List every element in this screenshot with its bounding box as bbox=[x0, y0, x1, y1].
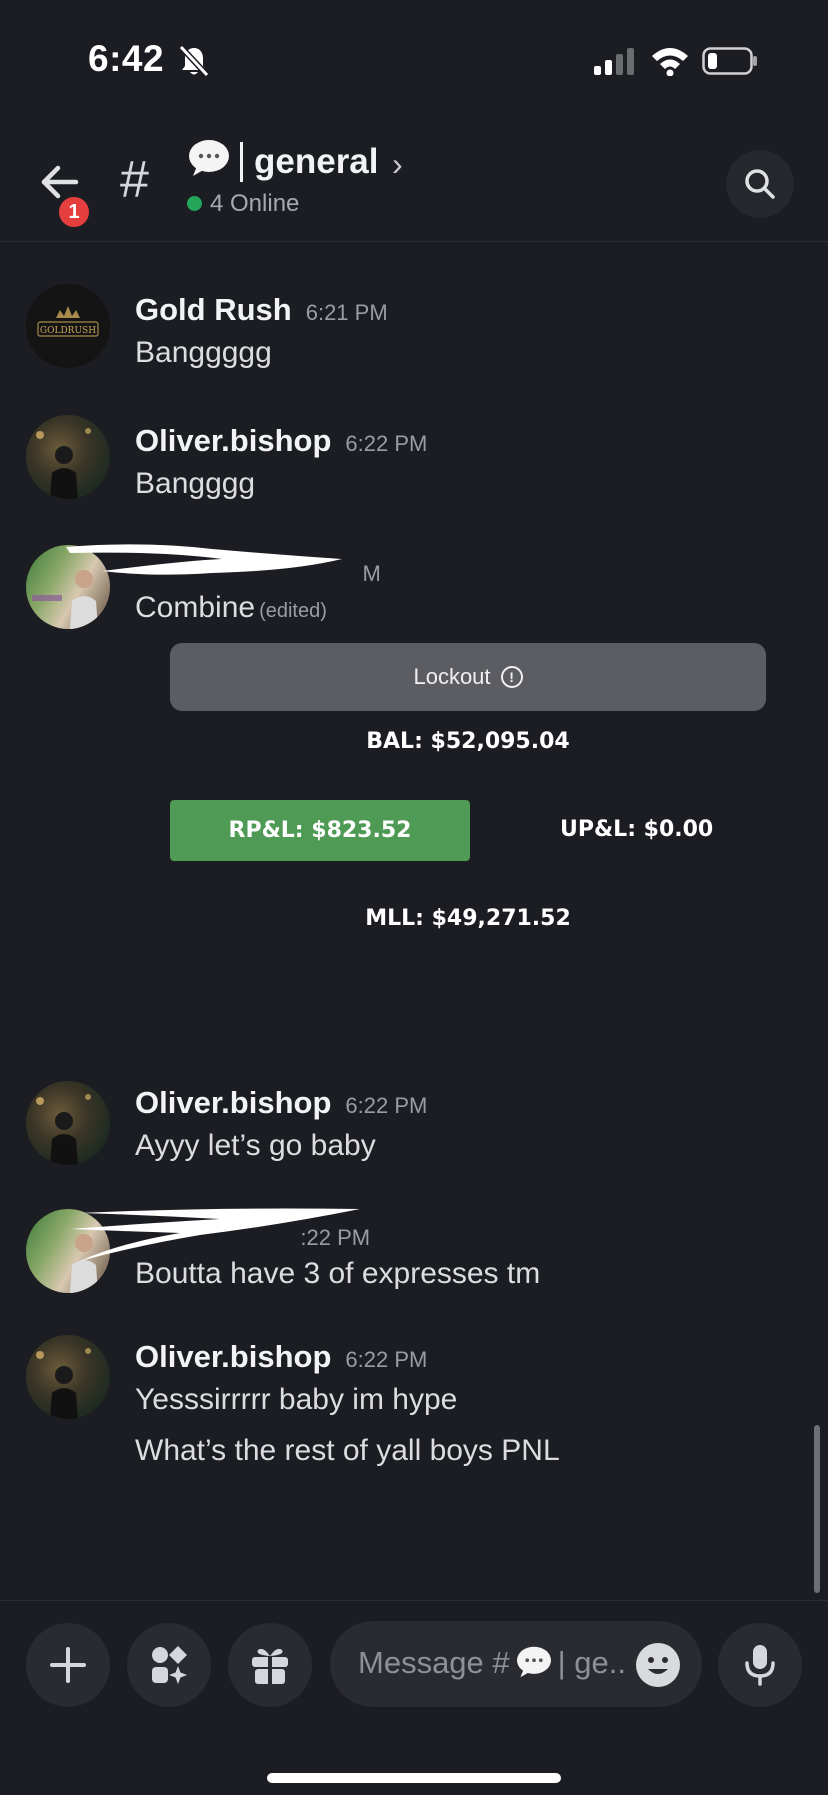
message-text: Bangggg bbox=[135, 467, 256, 500]
message-item: Oliver.bishop 6:22 PM Ayyy let’s go baby bbox=[0, 1081, 828, 1181]
message-author[interactable]: Gold Rush 6:21 PM bbox=[135, 292, 388, 328]
bell-slash-icon bbox=[178, 44, 210, 78]
emoji-button[interactable] bbox=[636, 1643, 680, 1687]
search-icon bbox=[745, 169, 775, 199]
message-placeholder: Message # | ge.. bbox=[358, 1645, 627, 1680]
speech-bubble-icon bbox=[516, 1646, 551, 1678]
channel-name[interactable]: general bbox=[254, 142, 379, 182]
message-text: What’s the rest of yall boys PNL bbox=[135, 1434, 560, 1467]
person-photo-icon bbox=[36, 1348, 91, 1419]
account-embed: Lockout ! BAL: $52,095.04 RP&L: $823.52 … bbox=[170, 643, 766, 943]
message-text: Boutta have 3 of expresses tm bbox=[135, 1257, 541, 1290]
gift-icon bbox=[252, 1648, 288, 1684]
message-item: Oliver.bishop 6:22 PM Bangggg bbox=[0, 415, 828, 515]
realized-pnl-button[interactable]: RP&L: $823.52 bbox=[170, 800, 470, 861]
message-author[interactable]: Oliver.bishop 6:22 PM bbox=[135, 423, 427, 459]
avatar[interactable] bbox=[26, 1335, 110, 1419]
apps-icon bbox=[152, 1646, 187, 1684]
chevron-right-icon[interactable]: › bbox=[392, 146, 403, 183]
message-composer: Message # | ge.. bbox=[0, 1600, 828, 1795]
add-attachment-button[interactable] bbox=[26, 1623, 110, 1707]
channel-separator bbox=[240, 142, 243, 182]
max-loss-limit-value: MLL: $49,271.52 bbox=[365, 906, 571, 931]
status-bar: 6:42 bbox=[0, 0, 828, 120]
message-item: GOLDRUSH Gold Rush 6:21 PM Banggggg bbox=[0, 284, 828, 384]
avatar[interactable]: GOLDRUSH bbox=[26, 284, 110, 368]
message-timestamp: 6:22 PM bbox=[345, 1093, 428, 1118]
goldrush-logo-icon: GOLDRUSH bbox=[26, 284, 110, 368]
home-indicator[interactable] bbox=[267, 1773, 561, 1783]
online-count: 4 Online bbox=[210, 190, 300, 217]
message-author[interactable]: Oliver.bishop 6:22 PM bbox=[135, 1085, 427, 1121]
microphone-icon bbox=[745, 1645, 775, 1686]
gift-button[interactable] bbox=[228, 1623, 312, 1707]
voice-message-button[interactable] bbox=[718, 1623, 802, 1707]
channel-header: 1 # general › 4 Online bbox=[0, 120, 828, 242]
scrollbar[interactable] bbox=[814, 1425, 820, 1593]
person-photo-icon bbox=[36, 1094, 91, 1165]
message-timestamp: 6:21 PM bbox=[305, 300, 388, 325]
redaction-scribble bbox=[66, 544, 342, 575]
wifi-icon bbox=[652, 48, 688, 76]
message-text: Banggggg bbox=[135, 336, 272, 369]
speech-bubble-icon bbox=[189, 140, 229, 176]
cellular-signal-icon bbox=[594, 48, 634, 75]
hash-icon: # bbox=[120, 151, 149, 209]
message-timestamp: 6:22 PM bbox=[345, 1347, 428, 1372]
balance-value: BAL: $52,095.04 bbox=[366, 729, 570, 754]
info-icon: ! bbox=[500, 666, 523, 688]
plus-icon bbox=[50, 1647, 86, 1683]
avatar[interactable] bbox=[26, 415, 110, 499]
message-input[interactable]: Message # | ge.. bbox=[330, 1621, 702, 1707]
unread-badge: 1 bbox=[56, 194, 92, 230]
message-timestamp: M bbox=[362, 561, 381, 586]
avatar[interactable] bbox=[26, 1081, 110, 1165]
svg-text:GOLDRUSH: GOLDRUSH bbox=[40, 326, 96, 336]
status-time: 6:42 bbox=[88, 38, 165, 79]
message-item: XXXXXXXXXXXM Combine(edited) bbox=[0, 544, 828, 645]
message-author[interactable]: Oliver.bishop 6:22 PM bbox=[135, 1339, 427, 1375]
message-text: Yesssirrrrr baby im hype bbox=[135, 1383, 458, 1416]
lockout-button[interactable]: Lockout ! bbox=[170, 643, 766, 711]
message-item: XXXXXXXX:22 PM Boutta have 3 of expresse… bbox=[0, 1208, 828, 1309]
unrealized-pnl-value: UP&L: $0.00 bbox=[560, 817, 714, 842]
battery-icon bbox=[702, 47, 757, 75]
message-item: Oliver.bishop 6:22 PM Yesssirrrrr baby im… bbox=[0, 1335, 828, 1485]
person-photo-icon bbox=[36, 428, 91, 499]
online-status-dot bbox=[187, 196, 202, 211]
message-text: Ayyy let’s go baby bbox=[135, 1129, 376, 1162]
apps-button[interactable] bbox=[127, 1623, 211, 1707]
edited-marker: (edited) bbox=[259, 600, 327, 622]
message-text: Combine (edited) bbox=[135, 591, 327, 624]
search-button[interactable] bbox=[726, 150, 794, 218]
message-timestamp: 6:22 PM bbox=[345, 431, 428, 456]
smiley-icon bbox=[648, 1657, 668, 1674]
